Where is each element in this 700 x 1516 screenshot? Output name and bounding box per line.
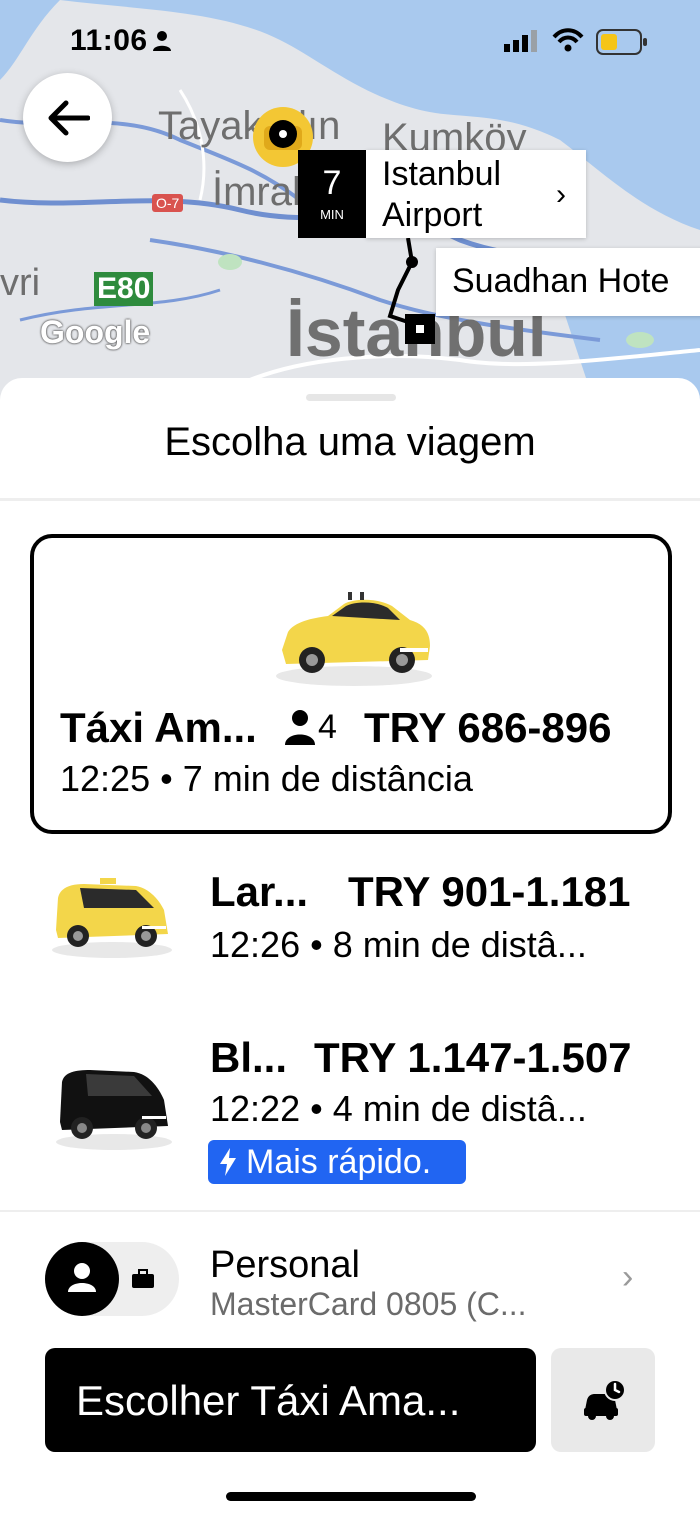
yellow-taxi-icon	[272, 588, 434, 693]
payment-row[interactable]	[200, 1236, 660, 1326]
road-shield-e80: E80	[94, 272, 154, 306]
sheet-title: Escolha uma viagem	[164, 420, 536, 464]
home-indicator[interactable]	[226, 1492, 476, 1501]
ride-price: TRY 686-896	[364, 704, 612, 751]
briefcase-icon	[132, 1269, 154, 1288]
fastest-badge: Mais rápido.	[208, 1140, 466, 1184]
dropoff-marker-icon	[405, 314, 435, 344]
person-icon	[68, 1263, 96, 1292]
eta-box[interactable]: 7 MIN	[298, 150, 366, 238]
seat-count: 4	[318, 708, 337, 746]
profile-toggle[interactable]	[45, 1242, 179, 1316]
person-icon	[284, 708, 316, 751]
battery-icon	[596, 29, 648, 60]
map-label-vri: vri	[0, 262, 41, 304]
black-minivan-icon	[54, 1060, 174, 1157]
destination-name: Istanbul Airport	[382, 155, 502, 234]
person-status-icon	[152, 30, 172, 57]
signal-icon	[504, 30, 538, 57]
toggle-knob	[45, 1242, 119, 1316]
sheet-drag-handle[interactable]	[306, 394, 396, 401]
divider	[0, 498, 700, 501]
ride-subtitle: 12:26 • 8 min de distâ...	[210, 924, 587, 965]
choose-ride-button[interactable]: Escolher Táxi Ama...	[45, 1348, 536, 1452]
status-time: 11:06	[70, 24, 148, 58]
ride-name: Lar...	[210, 868, 309, 915]
choose-ride-label: Escolher Táxi Ama...	[76, 1377, 461, 1424]
fastest-badge-label: Mais rápido.	[246, 1143, 432, 1181]
wifi-icon	[552, 28, 584, 57]
yellow-minivan-icon	[50, 874, 174, 963]
ride-price: TRY 1.147-1.507	[314, 1034, 632, 1081]
destination-callout[interactable]: Istanbul Airport ›	[366, 150, 586, 238]
origin-callout[interactable]: Suadhan Hote	[436, 248, 700, 316]
schedule-ride-button[interactable]	[551, 1348, 655, 1452]
ride-price: TRY 901-1.181	[348, 868, 631, 915]
arrow-left-icon	[48, 100, 90, 135]
chevron-right-icon: ›	[556, 178, 566, 211]
google-logo: Google	[40, 314, 151, 350]
divider	[0, 1210, 700, 1212]
ride-name: Bl...	[210, 1034, 288, 1081]
eta-unit: MIN	[320, 207, 344, 222]
ride-subtitle: 12:25 • 7 min de distância	[60, 758, 473, 799]
origin-name: Suadhan Hote	[452, 262, 670, 300]
back-button[interactable]	[23, 73, 112, 162]
road-shield-o7: O-7	[152, 194, 184, 212]
ride-name: Táxi Am...	[60, 704, 257, 751]
status-time-text: 11:06	[70, 24, 148, 57]
ride-subtitle: 12:22 • 4 min de distâ...	[210, 1088, 587, 1129]
eta-value: 7	[322, 164, 342, 202]
car-clock-icon	[584, 1379, 625, 1420]
lightning-icon	[220, 1148, 236, 1176]
